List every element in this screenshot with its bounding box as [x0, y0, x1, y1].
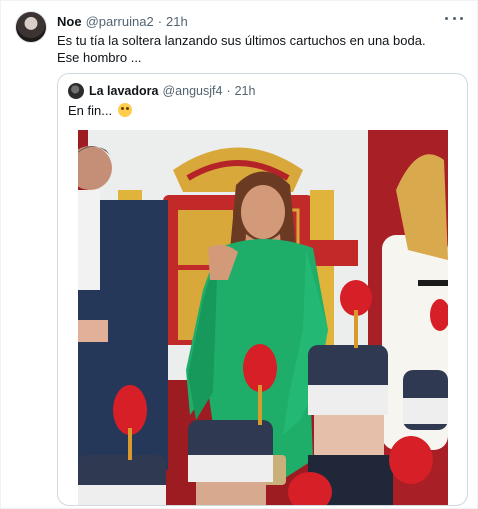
quoted-author-handle: @angusjf4 — [162, 84, 223, 98]
tweet-text-line: Es tu tía la soltera lanzando sus último… — [57, 33, 426, 48]
flushed-face-emoji-icon — [117, 103, 132, 117]
tweet-text: Es tu tía la soltera lanzando sus último… — [57, 32, 461, 66]
quoted-header-separator: · — [226, 84, 231, 98]
header-separator: · — [157, 13, 163, 29]
ceremony-photo[interactable] — [78, 130, 448, 505]
tweet-header: Noe @parruina2 · 21h — [57, 12, 463, 30]
quoted-tweet-text: En fin... — [68, 102, 132, 119]
ceremony-photo-illustration — [78, 130, 448, 505]
quoted-author-avatar — [68, 83, 84, 99]
quoted-tweet[interactable]: La lavadora @angusjf4 · 21h En fin... — [57, 73, 468, 506]
author-name[interactable]: Noe — [57, 14, 82, 29]
quoted-tweet-timestamp: 21h — [234, 84, 256, 98]
quoted-author-name: La lavadora — [89, 84, 159, 98]
tweet-text-line: Ese hombro ... — [57, 50, 142, 65]
author-handle[interactable]: @parruina2 — [86, 14, 154, 29]
quoted-tweet-header: La lavadora @angusjf4 · 21h — [68, 82, 255, 100]
tweet-timestamp[interactable]: 21h — [166, 14, 188, 29]
more-horizontal-icon[interactable] — [445, 11, 463, 25]
author-avatar[interactable] — [15, 11, 47, 43]
tweet-card[interactable]: Noe @parruina2 · 21h Es tu tía la solter… — [0, 0, 478, 509]
quoted-tweet-text-content: En fin... — [68, 103, 113, 118]
